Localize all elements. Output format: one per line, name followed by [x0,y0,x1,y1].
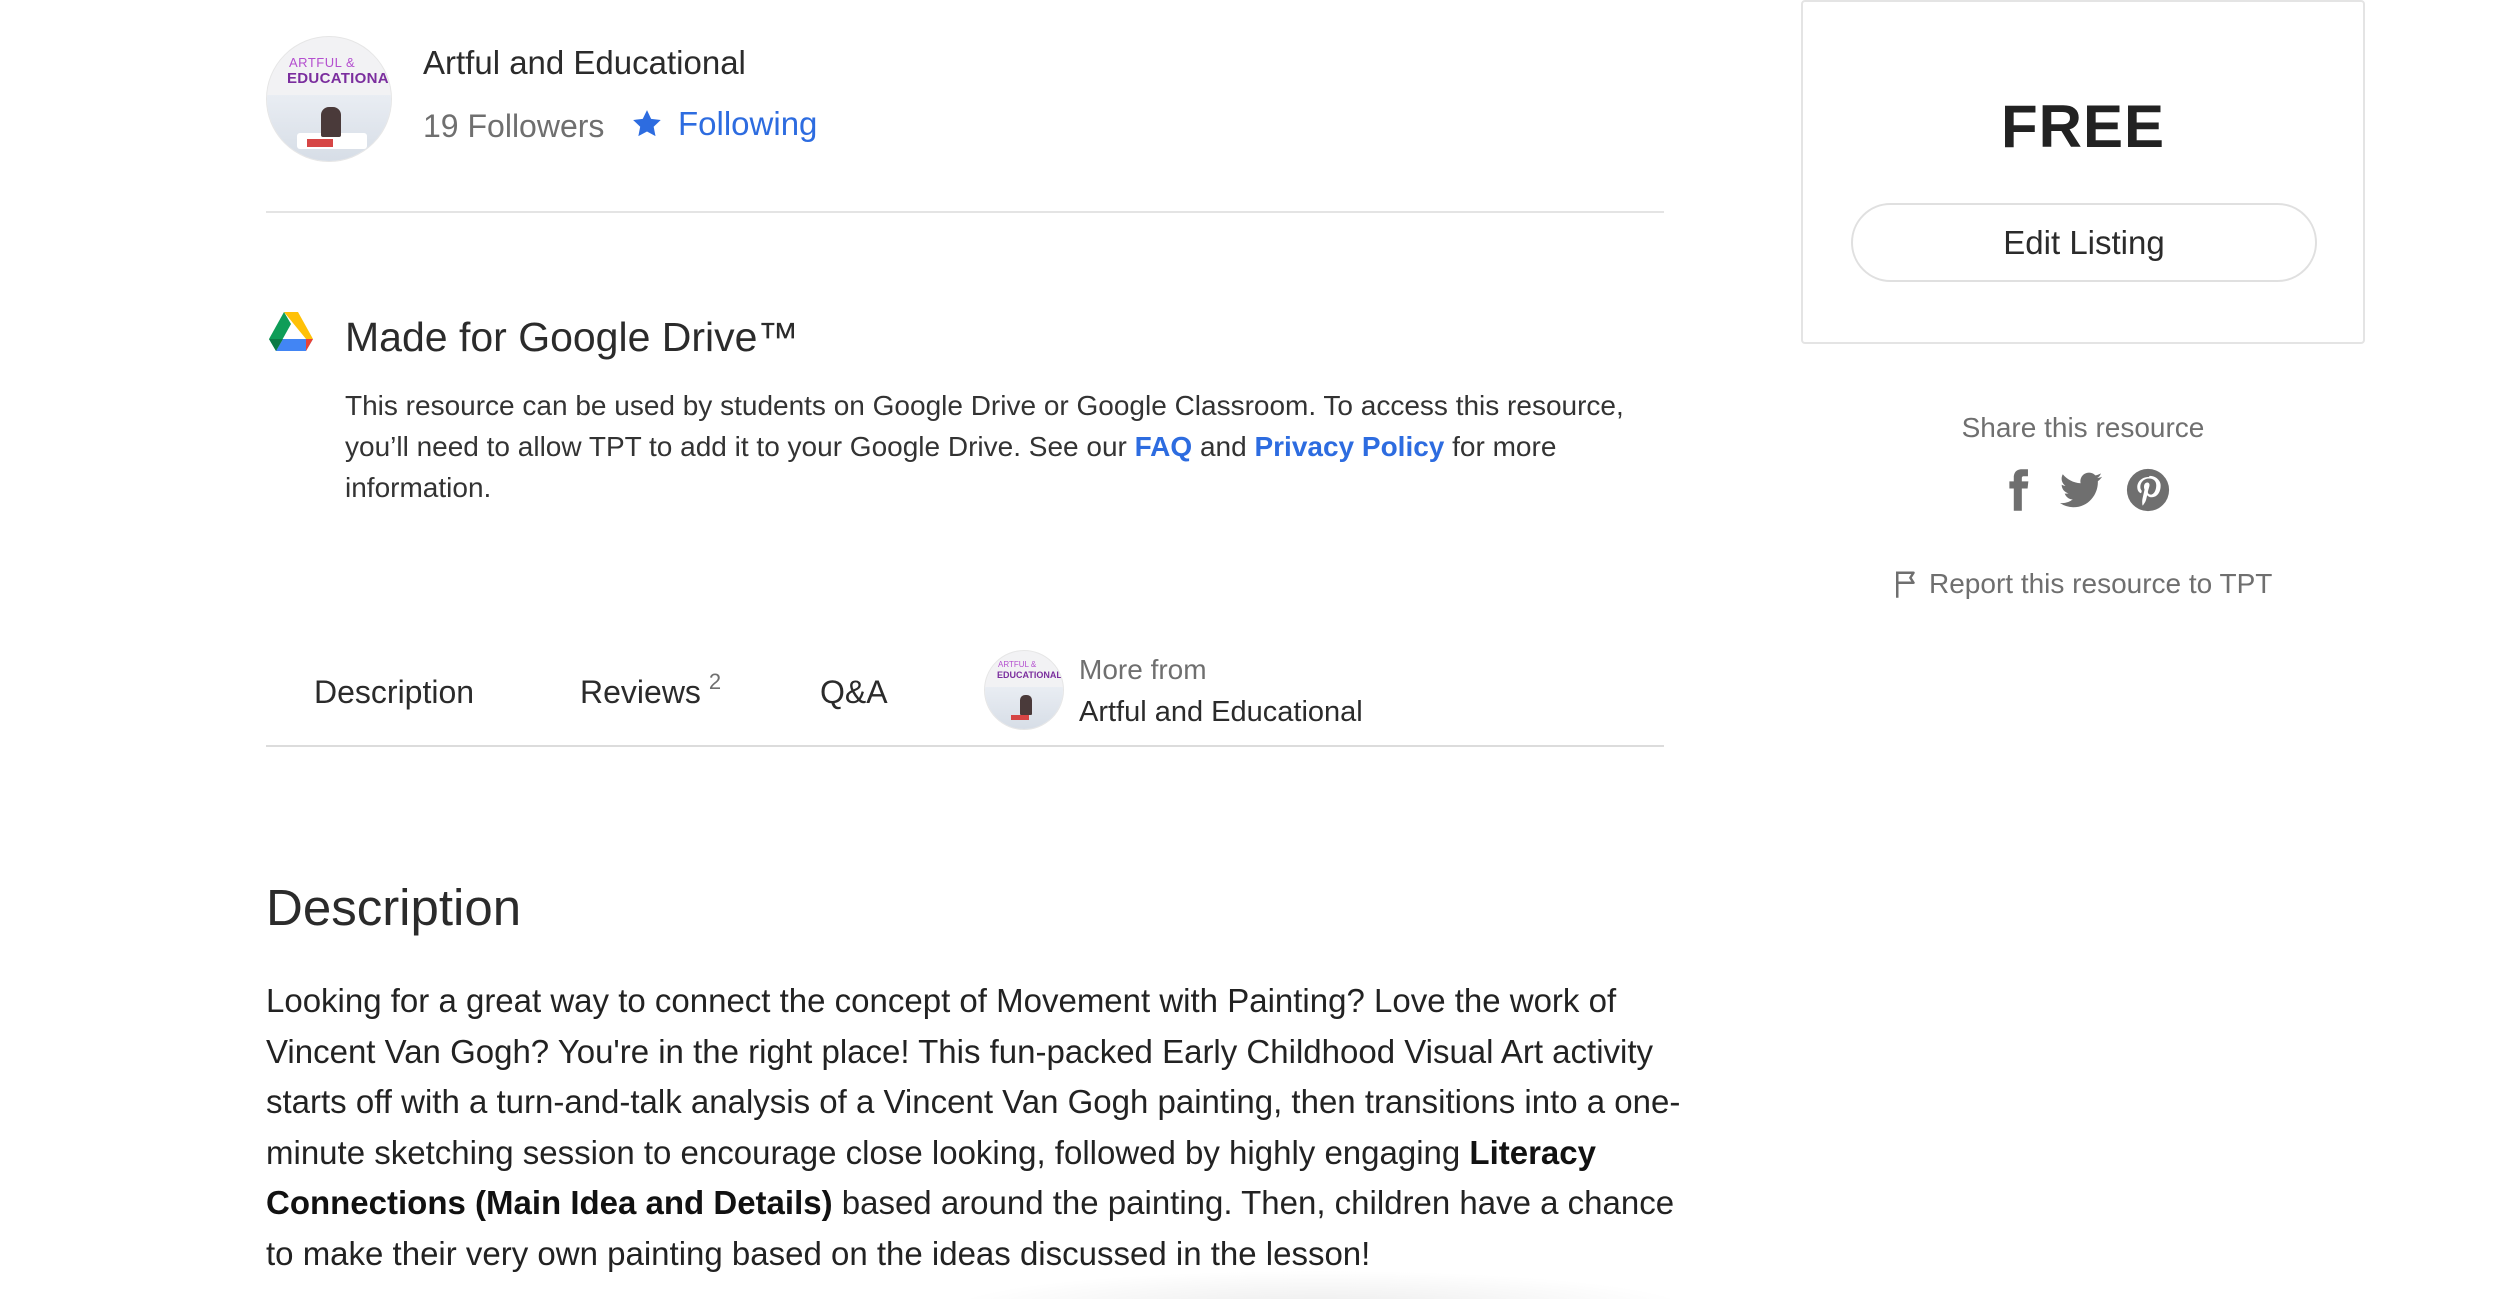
tab-divider [266,745,1664,747]
avatar-person [321,107,341,137]
flag-icon [1896,571,1915,598]
avatar-person [1020,695,1032,715]
divider [266,211,1664,213]
report-resource-link[interactable]: Report this resource to TPT [1893,568,2272,600]
twitter-icon[interactable] [2058,467,2104,513]
following-label: Following [678,105,818,142]
seller-avatar[interactable]: ARTFUL & EDUCATIONAL [266,36,392,162]
share-icons [1995,467,2175,517]
followers-count: 19 Followers [423,108,605,144]
edit-listing-button[interactable]: Edit Listing [1851,203,2317,282]
scroll-shadow [940,1270,1700,1299]
tab-qa[interactable]: Q&A [820,674,888,711]
star-icon [633,110,661,137]
price-label: FREE [2000,93,2166,160]
avatar-paper [1011,715,1029,720]
tab-description[interactable]: Description [314,674,474,711]
share-label: Share this resource [1961,412,2205,443]
report-label: Report this resource to TPT [1929,568,2273,599]
avatar-logo-text-2: EDUCATIONAL [997,670,1062,680]
faq-link[interactable]: FAQ [1135,431,1193,462]
seller-avatar-small: ARTFUL & EDUCATIONAL [984,650,1064,730]
more-from-label: More from [1079,654,1207,685]
avatar-logo-text-2: EDUCATIONAL [287,70,392,87]
pinterest-icon[interactable] [2125,467,2171,513]
tab-bar: Description Reviews 2 Q&A ARTFUL & EDUCAT… [266,650,1664,748]
seller-name-link[interactable]: Artful and Educational [423,44,746,82]
google-drive-description: This resource can be used by students on… [345,385,1665,508]
avatar-logo-text-1: ARTFUL & [289,55,356,70]
seller-header: ARTFUL & EDUCATIONAL Artful and Educatio… [266,36,1666,166]
description-body: Looking for a great way to connect the c… [266,976,1686,1279]
reviews-count: 2 [708,669,722,694]
google-drive-icon [269,312,313,351]
privacy-policy-link[interactable]: Privacy Policy [1254,431,1444,462]
avatar-logo-text-1: ARTFUL & [998,660,1037,669]
tab-reviews-label: Reviews [580,674,701,710]
avatar-paper [307,139,333,147]
drive-text-and: and [1192,431,1255,462]
facebook-icon[interactable] [1995,467,2041,513]
following-button[interactable]: Following [630,105,817,143]
description-heading: Description [266,879,522,936]
tab-reviews[interactable]: Reviews 2 [580,669,721,711]
price-card: FREE Edit Listing [1801,0,2365,344]
more-from-seller-name: Artful and Educational [1079,696,1363,728]
google-drive-title: Made for Google Drive™ [345,314,799,360]
